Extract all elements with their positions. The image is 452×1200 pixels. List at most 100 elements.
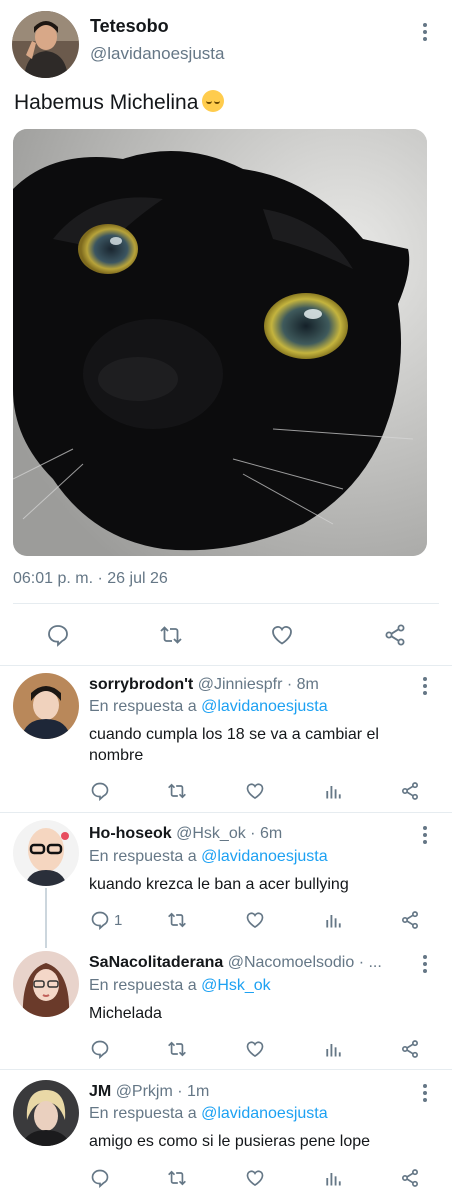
analytics-button[interactable] — [323, 1168, 343, 1188]
author-avatar[interactable] — [12, 11, 79, 78]
share-icon — [385, 624, 405, 646]
reply-tweet[interactable]: sorrybrodon't @Jinniespfr · 8m En respue… — [0, 666, 452, 812]
like-button[interactable] — [245, 1039, 265, 1059]
reply-header: JM @Prkjm · 1m — [89, 1083, 411, 1101]
share-icon — [402, 911, 418, 929]
analytics-button[interactable] — [323, 1039, 343, 1059]
share-button[interactable] — [400, 910, 420, 930]
reply-avatar[interactable] — [13, 951, 79, 1017]
reply-author-handle[interactable]: @Hsk_ok — [176, 825, 246, 842]
reply-text: Michelada — [89, 1005, 162, 1022]
tweet-text-content: Habemus Michelina — [14, 91, 199, 114]
retweet-button[interactable] — [158, 623, 184, 647]
reply-to-link[interactable]: @lavidanoesjusta — [201, 1105, 328, 1122]
analytics-icon — [326, 786, 341, 799]
reply-to-link[interactable]: @Hsk_ok — [201, 977, 271, 994]
reply-header: Ho-hoseok @Hsk_ok · 6m — [89, 825, 411, 843]
analytics-button[interactable] — [323, 910, 343, 930]
more-options-icon[interactable] — [415, 1081, 435, 1105]
retweet-button[interactable] — [166, 1039, 188, 1059]
reply-tweet[interactable]: Ho-hoseok @Hsk_ok · 6m En respuesta a @l… — [0, 813, 452, 941]
tweet-timestamp[interactable]: 06:01 p. m. · 26 jul 26 — [13, 570, 168, 588]
reply-time: · 8m — [286, 676, 319, 693]
retweet-icon — [168, 912, 186, 928]
reply-author-name[interactable]: SaNacolitaderana — [89, 954, 223, 971]
reply-author-handle[interactable]: @Jinniespfr — [198, 676, 283, 693]
reply-avatar[interactable] — [13, 1080, 79, 1146]
reply-author-handle[interactable]: @Prkjm — [116, 1083, 173, 1100]
reply-prefix: En respuesta a — [89, 698, 197, 715]
like-icon — [246, 783, 264, 800]
reply-avatar[interactable] — [13, 673, 79, 739]
reply-prefix: En respuesta a — [89, 977, 197, 994]
relieved-face-emoji-icon — [202, 90, 225, 112]
analytics-icon — [326, 1173, 341, 1186]
reply-icon — [48, 625, 68, 647]
reply-author-name[interactable]: sorrybrodon't — [89, 676, 193, 693]
author-handle[interactable]: @lavidanoesjusta — [90, 44, 224, 64]
reply-icon — [91, 1040, 109, 1059]
reply-button[interactable] — [90, 1039, 110, 1059]
reply-text: cuando cumpla los 18 se va a cambiar el … — [89, 726, 379, 764]
reply-to-link[interactable]: @lavidanoesjusta — [201, 698, 328, 715]
share-button[interactable] — [383, 623, 407, 647]
reply-header: SaNacolitaderana @Nacomoelsodio · ... — [89, 954, 411, 972]
more-options-icon[interactable] — [415, 674, 435, 698]
retweet-icon — [168, 1041, 186, 1057]
share-button[interactable] — [400, 1168, 420, 1188]
more-options-icon[interactable] — [415, 20, 435, 44]
retweet-button[interactable] — [166, 1168, 188, 1188]
more-options-icon[interactable] — [415, 952, 435, 976]
reply-prefix: En respuesta a — [89, 1105, 197, 1122]
share-button[interactable] — [400, 1039, 420, 1059]
like-button[interactable] — [245, 1168, 265, 1188]
share-icon — [402, 1040, 418, 1058]
retweet-button[interactable] — [166, 781, 188, 801]
tweet-actions — [0, 612, 452, 658]
reply-button[interactable] — [90, 1168, 110, 1188]
author-name[interactable]: Tetesobo — [90, 16, 169, 37]
reply-author-handle[interactable]: @Nacomoelsodio · ... — [228, 954, 382, 971]
thread-connector-line — [45, 888, 47, 948]
reply-icon — [91, 911, 109, 930]
reply-to-link[interactable]: @lavidanoesjusta — [201, 848, 328, 865]
reply-icon — [91, 782, 109, 801]
like-icon — [246, 1041, 264, 1058]
reply-time: · 6m — [250, 825, 283, 842]
more-options-icon[interactable] — [415, 823, 435, 847]
reply-text: amigo es como si le pusieras pene lope — [89, 1133, 371, 1150]
share-button[interactable] — [400, 781, 420, 801]
like-icon — [246, 1170, 264, 1187]
reply-context: En respuesta a @lavidanoesjusta — [89, 698, 328, 716]
analytics-icon — [326, 1044, 341, 1057]
like-button[interactable] — [245, 910, 265, 930]
reply-button[interactable] — [90, 781, 110, 801]
retweet-icon — [168, 783, 186, 799]
like-icon — [246, 912, 264, 929]
reply-tweet[interactable]: SaNacolitaderana @Nacomoelsodio · ... En… — [0, 941, 452, 1069]
reply-context: En respuesta a @lavidanoesjusta — [89, 848, 328, 866]
tweet-photo[interactable] — [13, 129, 427, 556]
reply-icon — [91, 1169, 109, 1188]
reply-avatar[interactable] — [13, 820, 79, 886]
like-button[interactable] — [245, 781, 265, 801]
reply-prefix: En respuesta a — [89, 848, 197, 865]
tweet-text: Habemus Michelina — [14, 90, 225, 115]
analytics-icon — [326, 915, 341, 928]
like-button[interactable] — [270, 623, 294, 647]
reply-time: · 1m — [177, 1083, 210, 1100]
reply-author-name[interactable]: Ho-hoseok — [89, 825, 172, 842]
reply-count: 1 — [114, 911, 123, 929]
retweet-button[interactable] — [166, 910, 188, 930]
retweet-icon — [168, 1170, 186, 1186]
reply-button[interactable]: 1 — [90, 910, 122, 930]
main-tweet: Tetesobo @lavidanoesjusta Habemus Michel… — [0, 0, 452, 666]
divider — [13, 603, 439, 604]
like-icon — [272, 626, 292, 645]
reply-button[interactable] — [46, 623, 70, 647]
reply-tweet[interactable]: JM @Prkjm · 1m En respuesta a @lavidanoe… — [0, 1070, 452, 1200]
analytics-button[interactable] — [323, 781, 343, 801]
retweet-icon — [160, 626, 182, 644]
reply-context: En respuesta a @Hsk_ok — [89, 977, 271, 995]
reply-author-name[interactable]: JM — [89, 1083, 111, 1100]
